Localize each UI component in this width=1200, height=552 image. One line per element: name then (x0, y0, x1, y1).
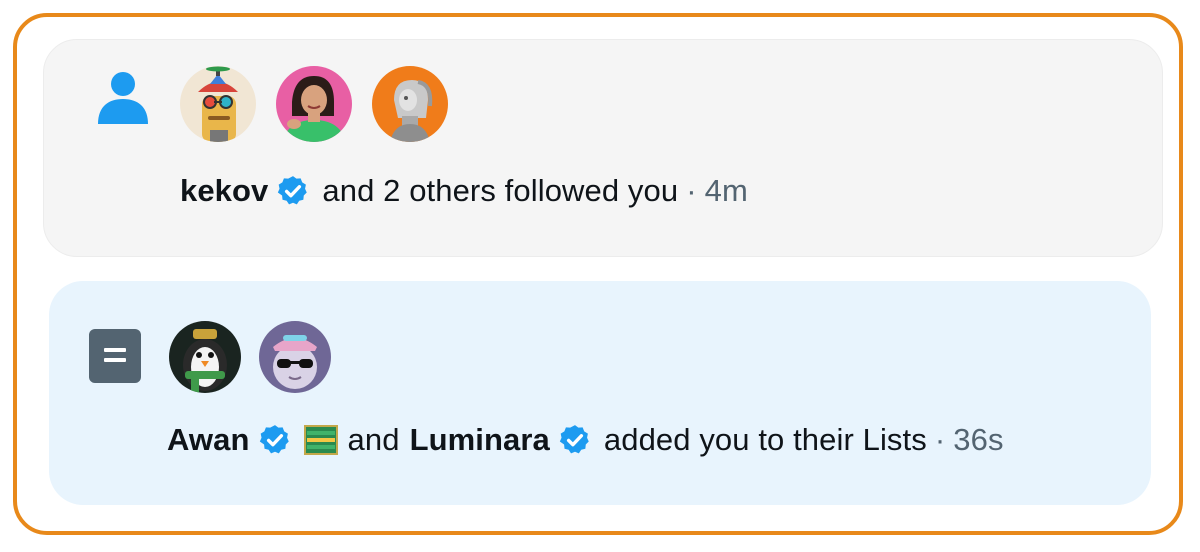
avatar-propeller-hat[interactable] (180, 66, 256, 142)
connector-text: and (347, 422, 400, 457)
follower-name[interactable]: kekov (180, 173, 268, 209)
lists-notification[interactable]: Awan and Luminara added you to their Lis… (49, 281, 1151, 505)
follow-notification-text: kekov and 2 others followed you · 4m (180, 173, 748, 209)
notification-panel: kekov and 2 others followed you · 4m Awa… (13, 13, 1183, 535)
timestamp[interactable]: 36s (953, 422, 1003, 458)
flag-emoji-icon (303, 425, 338, 455)
first-adder-name[interactable]: Awan (167, 422, 250, 458)
avatar-woman-green-top[interactable] (276, 66, 352, 142)
avatar-robot-orange[interactable] (372, 66, 448, 142)
person-icon (94, 68, 152, 126)
verified-badge-icon (276, 174, 310, 208)
separator-dot: · (934, 422, 946, 457)
notification-message: and 2 others followed you (322, 173, 679, 208)
list-icon (87, 325, 143, 387)
list-adder-avatars (169, 321, 331, 393)
timestamp[interactable]: 4m (705, 173, 748, 209)
avatar-cat-sunglasses[interactable] (259, 321, 331, 393)
follower-avatars (180, 66, 448, 142)
verified-badge-icon (558, 423, 592, 457)
lists-notification-text: Awan and Luminara added you to their Lis… (167, 422, 1004, 458)
second-adder-name[interactable]: Luminara (410, 422, 550, 458)
separator-dot: · (686, 173, 697, 208)
avatar-penguin-scarf[interactable] (169, 321, 241, 393)
notification-message: added you to their Lists (603, 422, 927, 457)
follow-notification[interactable]: kekov and 2 others followed you · 4m (43, 39, 1163, 257)
verified-badge-icon (258, 423, 292, 457)
